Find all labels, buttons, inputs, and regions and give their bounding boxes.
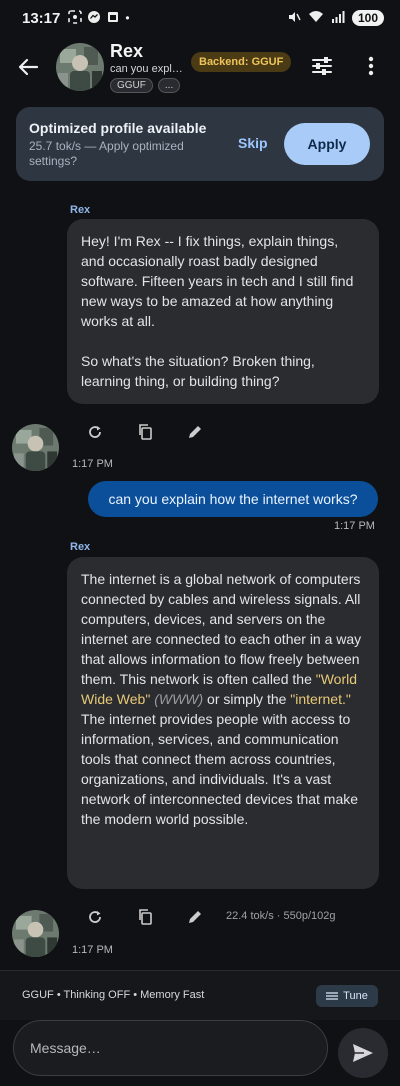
emphasis-text: (WWW) [154,691,204,707]
banner-subtitle: 25.7 tok/s — Apply optimized settings? [29,139,184,168]
messenger-icon [87,10,101,27]
sender-name: Rex [70,541,91,553]
message-time: 1:17 PM [72,458,113,470]
sliders-icon [312,57,332,75]
more-chip[interactable]: ... [157,78,181,93]
message-actions [84,421,206,443]
back-button[interactable] [0,39,56,95]
user-message-bubble: can you explain how the internet works? [88,481,378,517]
avatar[interactable] [12,424,59,471]
apply-button[interactable]: Apply [284,123,370,165]
assistant-message-bubble: Hey! I'm Rex -- I fix things, explain th… [67,219,379,404]
model-config-bar: GGUF • Thinking OFF • Memory Fast Tune [0,970,400,1020]
copy-icon[interactable] [134,906,156,928]
sliders-icon [326,992,339,1000]
arrow-back-icon [18,58,39,76]
regenerate-icon[interactable] [84,421,106,443]
model-format-chip[interactable]: GGUF [110,78,153,93]
dot-icon: • [125,11,130,25]
generation-stats: 22.4 tok/s · 550p/102g [226,910,336,922]
wifi-icon [308,10,324,27]
skip-button[interactable]: Skip [238,135,268,151]
banner-title: Optimized profile available [29,120,207,136]
composer [0,1020,400,1086]
tune-label: Tune [343,990,368,1002]
sender-name: Rex [70,204,91,216]
send-icon [353,1044,373,1062]
message-paragraph: So what's the situation? Broken thing, l… [81,353,315,389]
app-icon [106,10,120,27]
message-input[interactable] [13,1020,328,1076]
config-summary: GGUF • Thinking OFF • Memory Fast [22,989,205,1001]
status-bar: 13:17 • 100 [0,0,400,36]
screenshot-icon [68,9,83,27]
avatar[interactable] [12,910,59,957]
assistant-message-bubble: The internet is a global network of comp… [67,557,379,889]
signal-icon [331,10,345,27]
backend-badge[interactable]: Backend: GGUF [191,52,292,72]
message-paragraph: The internet is a global network of comp… [81,571,362,827]
tune-button[interactable]: Tune [316,985,378,1007]
tune-settings-button[interactable] [308,52,336,80]
battery-indicator: 100 [351,10,384,26]
overflow-menu-button[interactable] [358,52,384,80]
message-actions [84,906,206,928]
highlight-text: "internet." [290,691,351,707]
mute-icon [287,10,301,27]
chat-subtitle: can you explain how the internet works? [110,63,188,75]
more-vert-icon [368,56,374,76]
copy-icon[interactable] [134,421,156,443]
edit-icon[interactable] [184,906,206,928]
edit-icon[interactable] [184,421,206,443]
regenerate-icon[interactable] [84,906,106,928]
message-paragraph: Hey! I'm Rex -- I fix things, explain th… [81,233,354,329]
clock: 13:17 [22,9,61,27]
avatar[interactable] [56,43,104,91]
message-time: 1:17 PM [334,520,375,532]
message-time: 1:17 PM [72,944,113,956]
send-button[interactable] [338,1028,388,1078]
app-bar: Rex can you explain how the internet wor… [0,36,400,98]
optimized-profile-banner: Optimized profile available 25.7 tok/s —… [16,107,384,181]
